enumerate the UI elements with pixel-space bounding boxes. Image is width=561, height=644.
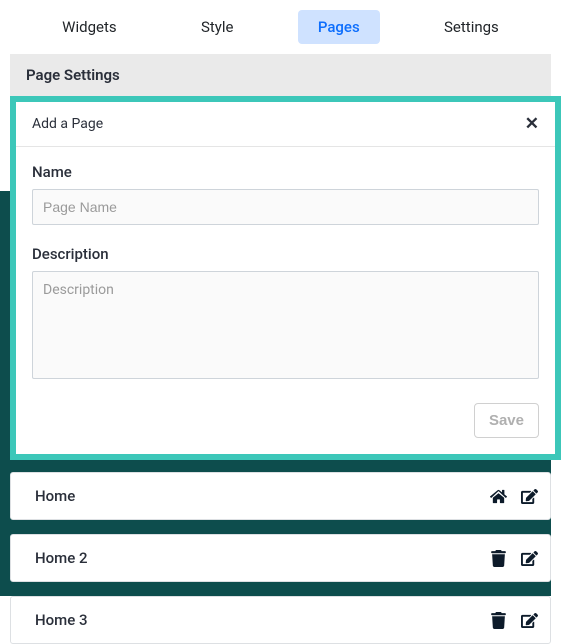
delete-icon[interactable] (490, 550, 507, 567)
page-item: Home (10, 472, 551, 520)
tab-settings[interactable]: Settings (424, 10, 519, 44)
name-label: Name (32, 163, 539, 181)
add-page-card: Add a Page ✕ Name Description Save (10, 96, 561, 460)
page-name-text: Home 3 (35, 611, 490, 629)
tab-widgets[interactable]: Widgets (42, 10, 136, 44)
page-name-input[interactable] (32, 189, 539, 225)
edit-icon[interactable] (521, 612, 538, 629)
edit-icon[interactable] (521, 550, 538, 567)
add-page-title: Add a Page (32, 116, 103, 132)
close-icon: ✕ (525, 114, 539, 133)
save-button[interactable]: Save (474, 403, 539, 438)
page-name-text: Home 2 (35, 549, 490, 567)
tabs-bar: Widgets Style Pages Settings (0, 0, 561, 54)
description-label: Description (32, 245, 539, 263)
page-item: Home 3 (10, 596, 551, 644)
page-item: Home 2 (10, 534, 551, 582)
home-icon[interactable] (490, 488, 507, 505)
delete-icon[interactable] (490, 612, 507, 629)
page-name-text: Home (35, 487, 490, 505)
pages-list: Home Home 2 (0, 472, 561, 644)
section-header: Page Settings (10, 54, 551, 96)
edit-icon[interactable] (521, 488, 538, 505)
tab-pages[interactable]: Pages (298, 10, 380, 44)
page-description-input[interactable] (32, 271, 539, 379)
tab-style[interactable]: Style (181, 10, 254, 44)
close-button[interactable]: ✕ (525, 114, 539, 134)
